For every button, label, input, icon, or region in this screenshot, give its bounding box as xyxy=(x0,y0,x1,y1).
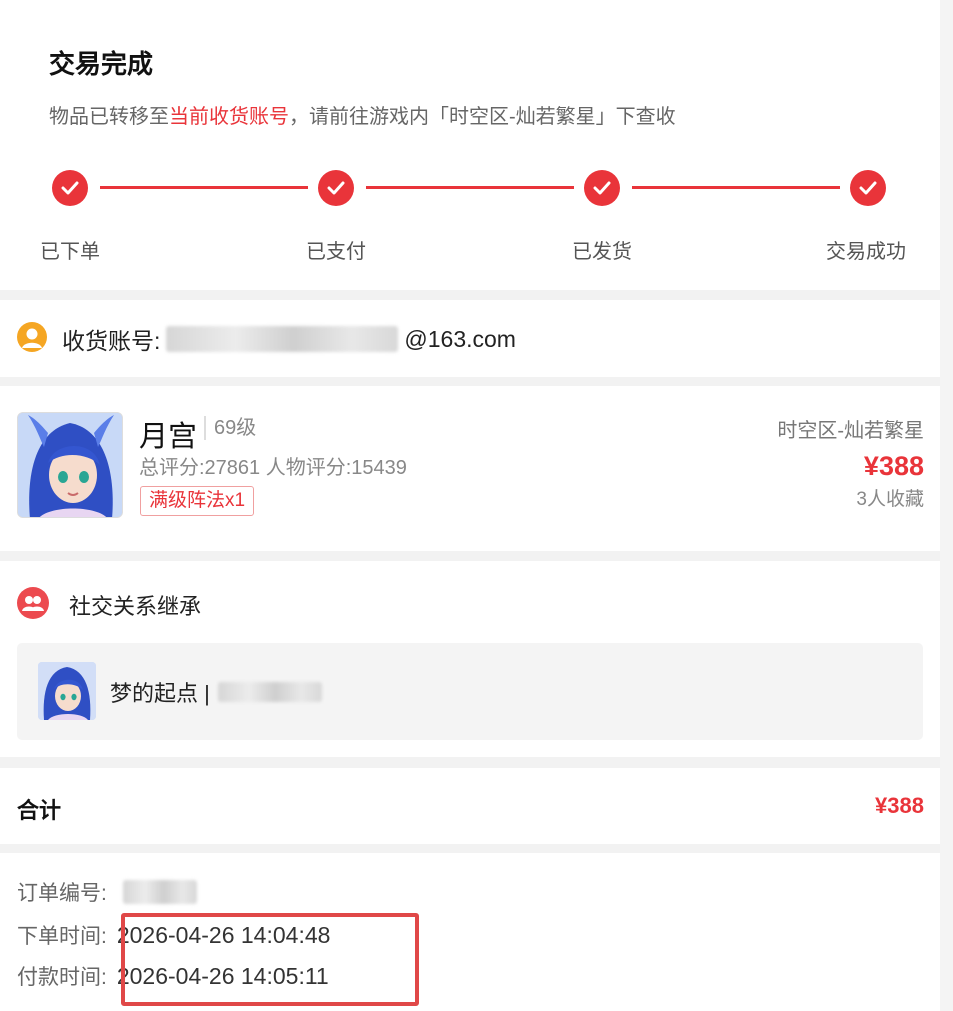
check-circle-icon xyxy=(52,170,88,206)
status-description: 物品已转移至当前收货账号，请前往游戏内「时空区-灿若繁星」下查收 xyxy=(49,100,676,129)
group-users-icon xyxy=(17,587,49,619)
social-inherit-title: 社交关系继承 xyxy=(69,594,202,619)
status-desc-suffix: ，请前往游戏内「时空区-灿若繁星」下查收 xyxy=(289,106,676,128)
order-id-label: 订单编号: xyxy=(17,882,107,905)
progress-line xyxy=(100,186,308,189)
receiving-account: 收货账号: @163.com xyxy=(62,322,516,356)
character-score: 总评分:27861 人物评分:15439 xyxy=(139,457,407,479)
order-id-row: 订单编号: xyxy=(17,877,203,907)
character-name: 月宫 xyxy=(139,421,198,453)
account-label: 收货账号: xyxy=(62,328,161,354)
check-circle-icon xyxy=(850,170,886,206)
check-circle-icon xyxy=(584,170,620,206)
relation-redacted xyxy=(217,682,322,702)
character-price: ¥388 xyxy=(863,451,924,481)
character-avatar xyxy=(17,412,123,518)
total-label: 合计 xyxy=(17,798,62,823)
account-suffix: @163.com xyxy=(404,325,516,352)
account-redacted xyxy=(166,326,399,352)
status-desc-prefix: 物品已转移至 xyxy=(49,106,169,128)
step-label-paid: 已支付 xyxy=(306,241,366,263)
character-level: 69级 xyxy=(204,416,256,440)
user-avatar-icon xyxy=(17,322,47,352)
relation-name: 梦的起点 | xyxy=(110,676,328,708)
relation-avatar xyxy=(38,662,96,720)
step-label-shipped: 已发货 xyxy=(572,241,632,263)
total-amount: ¥388 xyxy=(875,793,924,818)
paid-time-label: 付款时间: xyxy=(17,966,107,989)
feature-badge: 满级阵法x1 xyxy=(140,486,255,516)
highlight-annotation-box xyxy=(121,913,419,1006)
server-name: 时空区-灿若繁星 xyxy=(777,420,924,442)
relation-name-text: 梦的起点 | xyxy=(110,681,210,706)
order-id-redacted xyxy=(122,880,197,904)
check-circle-icon xyxy=(318,170,354,206)
step-label-completed: 交易成功 xyxy=(826,241,906,263)
scrollbar-track[interactable] xyxy=(940,0,953,1011)
created-time-label: 下单时间: xyxy=(17,925,107,948)
receiving-account-link[interactable]: 当前收货账号 xyxy=(169,106,289,128)
favorite-count: 3人收藏 xyxy=(856,489,924,510)
progress-line xyxy=(366,186,574,189)
progress-line xyxy=(632,186,840,189)
step-label-ordered: 已下单 xyxy=(40,241,100,263)
total-card xyxy=(0,768,940,844)
status-title: 交易完成 xyxy=(49,49,154,79)
order-detail-page: 交易完成 物品已转移至当前收货账号，请前往游戏内「时空区-灿若繁星」下查收 已下… xyxy=(0,0,940,1011)
